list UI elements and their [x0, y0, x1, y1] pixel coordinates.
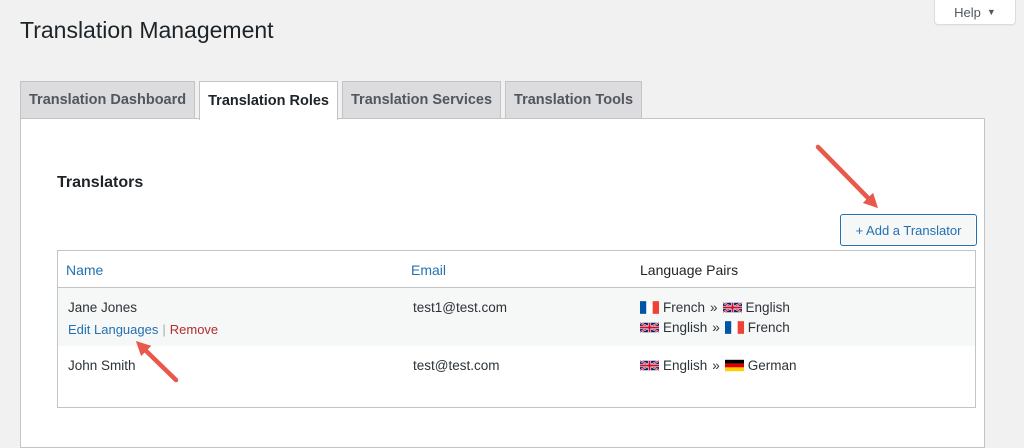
pair-from: English — [663, 358, 708, 373]
de-flag-icon — [724, 359, 744, 372]
pair-separator: » — [712, 358, 720, 373]
pair-to: English — [745, 300, 790, 315]
tab-translation-tools[interactable]: Translation Tools — [505, 81, 643, 118]
translator-email: test@test.com — [413, 358, 500, 373]
table-header: Name Email Language Pairs — [58, 251, 975, 288]
language-pairs-column-header: Language Pairs — [640, 262, 739, 278]
gb-flag-icon — [722, 301, 742, 314]
language-pair: English » French — [640, 320, 790, 335]
table-row: John Smith test@test.com English » Germa… — [58, 346, 975, 407]
translator-name: Jane Jones — [68, 300, 138, 315]
translator-email: test1@test.com — [413, 300, 507, 315]
add-translator-button[interactable]: + Add a Translator — [840, 214, 977, 246]
language-pair: French » English — [640, 300, 790, 315]
pair-to: French — [747, 320, 790, 335]
tab-translation-roles[interactable]: Translation Roles — [199, 81, 338, 120]
action-separator: | — [162, 322, 166, 337]
pair-separator: » — [710, 300, 718, 315]
page-title: Translation Management — [20, 17, 274, 43]
fr-flag-icon — [724, 321, 744, 334]
gb-flag-icon — [640, 321, 659, 334]
pair-separator: » — [712, 320, 720, 335]
translator-name: John Smith — [68, 358, 136, 373]
tab-bar: Translation Dashboard Translation Roles … — [20, 81, 646, 120]
table-row: Jane Jones Edit Languages | Remove test1@t… — [58, 288, 975, 346]
fr-flag-icon — [640, 301, 659, 314]
pair-from: English — [663, 320, 708, 335]
row-actions: Edit Languages | Remove — [68, 322, 218, 337]
translators-heading: Translators — [57, 174, 144, 191]
help-button[interactable]: Help ▼ — [934, 0, 1016, 25]
tab-translation-dashboard[interactable]: Translation Dashboard — [20, 81, 196, 118]
email-column-header[interactable]: Email — [411, 262, 446, 278]
pair-from: French — [663, 300, 706, 315]
name-column-header[interactable]: Name — [66, 262, 103, 278]
help-label: Help — [954, 4, 981, 20]
translators-table: Name Email Language Pairs Jane Jones Edi… — [57, 250, 976, 408]
remove-link[interactable]: Remove — [170, 322, 218, 337]
gb-flag-icon — [640, 359, 659, 372]
language-pair: English » German — [640, 358, 797, 373]
edit-languages-link[interactable]: Edit Languages — [68, 322, 158, 337]
pair-to: German — [747, 358, 797, 373]
tab-translation-services[interactable]: Translation Services — [342, 81, 502, 118]
caret-down-icon: ▼ — [986, 7, 996, 17]
